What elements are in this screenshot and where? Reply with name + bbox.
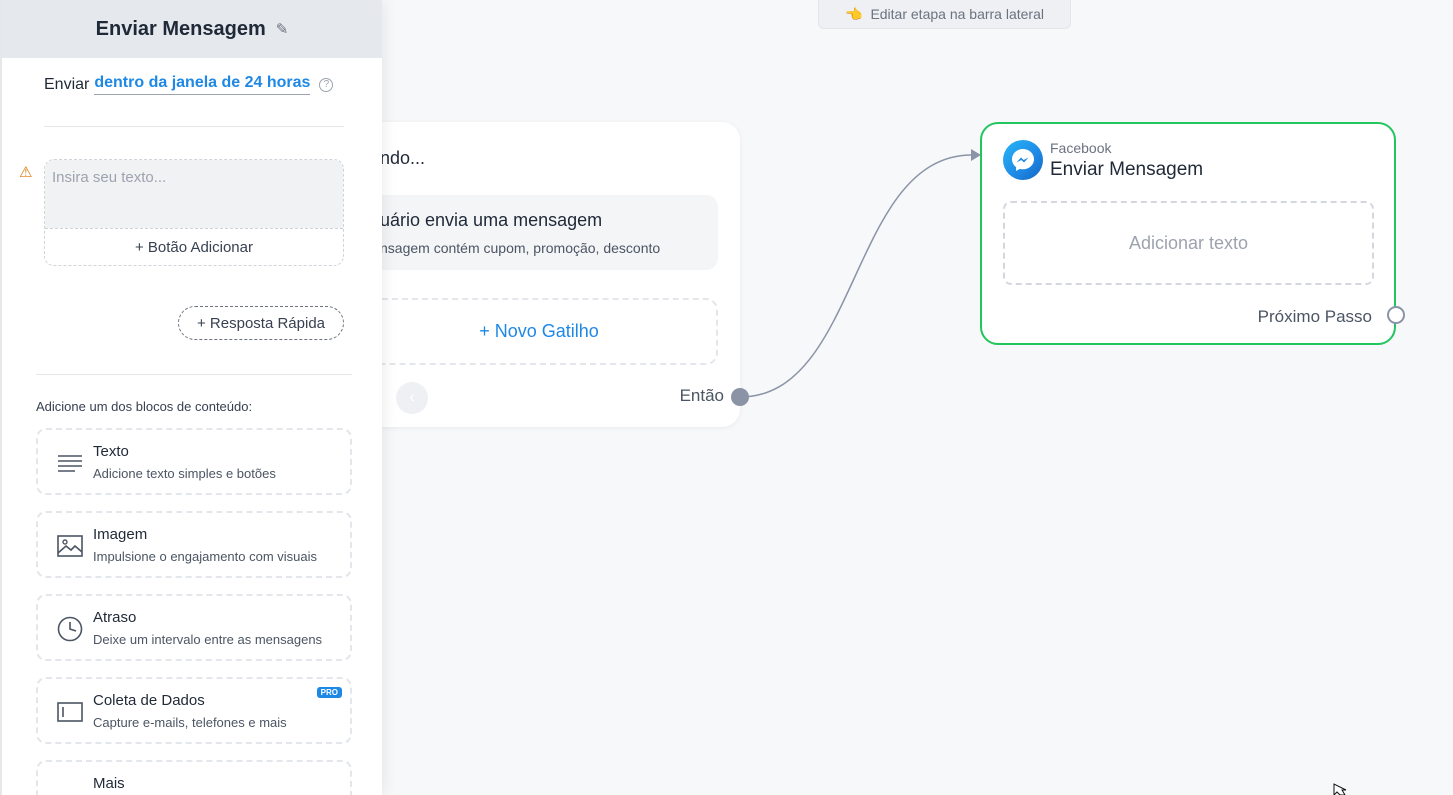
image-icon [56, 533, 84, 559]
node-platform: Facebook [1050, 140, 1112, 156]
then-label: Então [679, 386, 724, 405]
send-window-row: Enviar dentro da janela de 24 horas ? [44, 74, 334, 95]
trigger-item-title: uário envia uma mensagem [380, 210, 603, 230]
trigger-item[interactable]: uário envia uma mensagem nsagem contém c… [360, 195, 718, 270]
chevron-left-icon[interactable]: ‹ [396, 382, 428, 414]
edit-sidebar: Enviar Mensagem ✎ Enviar dentro da janel… [0, 0, 382, 795]
add-text-button[interactable]: Adicionar texto [1003, 201, 1374, 285]
send-message-node[interactable]: Facebook Enviar Mensagem Adicionar texto… [980, 122, 1396, 345]
block-delay[interactable]: Atraso Deixe um intervalo entre as mensa… [36, 594, 352, 661]
block-more[interactable]: Mais [36, 760, 352, 795]
sidebar-title: Enviar Mensagem [95, 17, 266, 40]
add-button-button[interactable]: + Botão Adicionar [45, 228, 343, 265]
message-text-box: Insira seu texto... + Botão Adicionar [44, 159, 344, 266]
message-text-input[interactable]: Insira seu texto... [45, 160, 343, 228]
messenger-icon [1003, 140, 1043, 180]
block-image[interactable]: Imagem Impulsione o engajamento com visu… [36, 511, 352, 578]
send-label: Enviar [44, 75, 90, 93]
pointing-hand-icon: 👈 [845, 5, 863, 22]
block-desc: Impulsione o engajamento com visuais [93, 549, 318, 564]
send-window-link[interactable]: dentro da janela de 24 horas [94, 74, 311, 95]
warning-icon: ⚠ [19, 164, 33, 181]
block-desc: Capture e-mails, telefones e mais [93, 715, 287, 730]
quick-reply-button[interactable]: + Resposta Rápida [178, 306, 344, 340]
hint-text: Editar etapa na barra lateral [870, 6, 1044, 22]
pencil-icon[interactable]: ✎ [276, 20, 289, 38]
text-lines-icon [56, 450, 84, 476]
block-desc: Adicione texto simples e botões [93, 466, 276, 481]
block-title: Atraso [93, 609, 137, 626]
sidebar-header: Enviar Mensagem ✎ [2, 0, 382, 58]
form-field-icon [56, 699, 84, 725]
block-title: Coleta de Dados [93, 692, 205, 709]
block-desc: Deixe um intervalo entre as mensagens [93, 632, 323, 647]
blocks-label: Adicione um dos blocos de conteúdo: [36, 399, 253, 414]
block-title: Imagem [93, 526, 148, 543]
trigger-node-title: ndo... [380, 148, 426, 168]
block-text[interactable]: Texto Adicione texto simples e botões [36, 428, 352, 495]
help-icon[interactable]: ? [319, 77, 334, 92]
block-data-collection[interactable]: Coleta de Dados Capture e-mails, telefon… [36, 677, 352, 744]
node-title: Enviar Mensagem [1050, 159, 1204, 180]
more-dots-icon [56, 784, 84, 795]
mouse-cursor-icon [1333, 783, 1347, 795]
new-trigger-button[interactable]: + Novo Gatilho [360, 298, 718, 365]
next-step-handle[interactable] [1387, 306, 1405, 324]
clock-icon [56, 616, 84, 642]
block-title: Texto [93, 443, 129, 460]
divider [36, 374, 352, 375]
then-output-handle[interactable] [731, 388, 749, 406]
pro-badge: PRO [316, 687, 342, 698]
next-step-label: Próximo Passo [1257, 307, 1372, 326]
trigger-item-desc: nsagem contém cupom, promoção, desconto [380, 240, 661, 256]
sidebar-edit-hint: 👈 Editar etapa na barra lateral [818, 0, 1071, 29]
divider [44, 126, 344, 127]
block-title: Mais [93, 775, 125, 792]
